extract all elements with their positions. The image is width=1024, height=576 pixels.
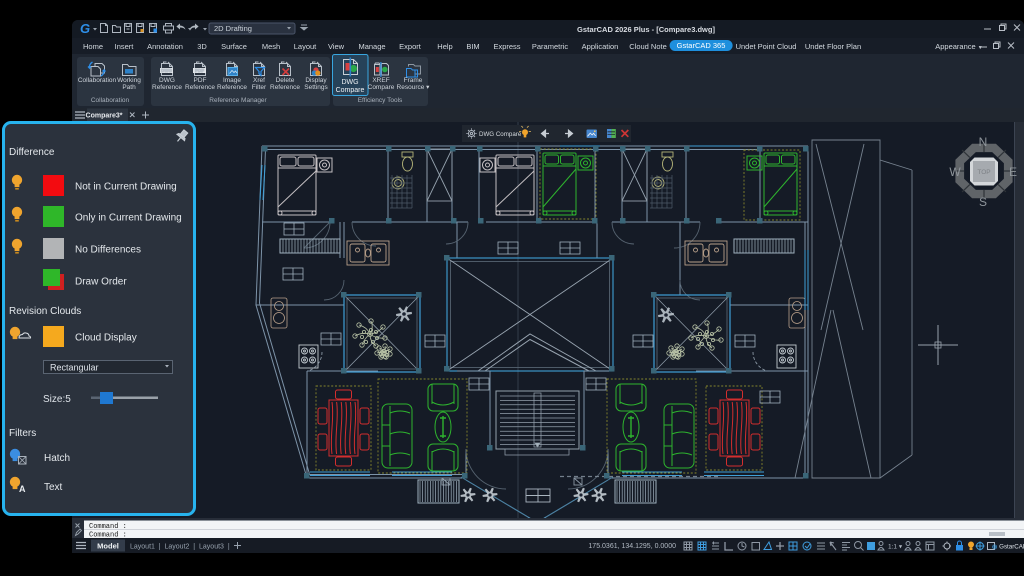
svg-text:Settings: Settings bbox=[304, 84, 328, 91]
svg-text:No Differences: No Differences bbox=[75, 245, 141, 256]
svg-text:Display: Display bbox=[305, 77, 327, 84]
svg-text:◎ GstarCAD: ◎ GstarCAD bbox=[992, 544, 1024, 551]
svg-text:Filters: Filters bbox=[9, 428, 36, 439]
svg-text:Text: Text bbox=[44, 482, 63, 493]
svg-text:N: N bbox=[979, 135, 988, 149]
svg-text:Rectangular: Rectangular bbox=[50, 363, 99, 373]
svg-text:DWG: DWG bbox=[341, 79, 358, 86]
svg-text:DWG: DWG bbox=[161, 68, 172, 73]
svg-text:Collaboration: Collaboration bbox=[78, 77, 117, 84]
svg-text:Working: Working bbox=[117, 77, 141, 84]
svg-text:Frame: Frame bbox=[404, 77, 423, 84]
svg-text:Delete: Delete bbox=[276, 77, 295, 84]
svg-text:XREF: XREF bbox=[372, 77, 389, 84]
svg-text:TOP: TOP bbox=[977, 169, 990, 176]
svg-text:DWG Compare: DWG Compare bbox=[479, 131, 522, 138]
svg-text:Only in Current Drawing: Only in Current Drawing bbox=[75, 213, 182, 224]
svg-text:Filter: Filter bbox=[252, 84, 267, 91]
svg-text:Hatch: Hatch bbox=[44, 453, 70, 464]
svg-text:Reference: Reference bbox=[270, 84, 300, 91]
svg-text:Resource ▾: Resource ▾ bbox=[397, 84, 431, 91]
svg-text:Efficiency Tools: Efficiency Tools bbox=[358, 97, 403, 104]
svg-text:Revision Clouds: Revision Clouds bbox=[9, 306, 81, 317]
svg-text:Compare: Compare bbox=[336, 87, 365, 94]
svg-text:Reference Manager: Reference Manager bbox=[209, 97, 267, 104]
svg-text:Size:5: Size:5 bbox=[43, 394, 71, 405]
svg-text:Path: Path bbox=[122, 84, 136, 91]
svg-text:DWG: DWG bbox=[159, 77, 175, 84]
svg-text:G: G bbox=[80, 21, 90, 36]
svg-text:2D Drafting: 2D Drafting bbox=[214, 24, 252, 33]
svg-text:Draw Order: Draw Order bbox=[75, 277, 127, 288]
svg-text:175.0361, 134.1295, 0.0000: 175.0361, 134.1295, 0.0000 bbox=[588, 543, 676, 550]
svg-text:E: E bbox=[1009, 165, 1017, 179]
svg-text:1:1 ▾: 1:1 ▾ bbox=[888, 544, 903, 551]
svg-text:PDF: PDF bbox=[194, 77, 207, 84]
svg-text:Image: Image bbox=[223, 77, 241, 84]
svg-text:Compare3*: Compare3* bbox=[86, 113, 123, 120]
svg-text:Xref: Xref bbox=[253, 77, 265, 84]
svg-text:A: A bbox=[19, 484, 26, 494]
svg-text:Collaboration: Collaboration bbox=[91, 97, 130, 104]
svg-text:Cloud Display: Cloud Display bbox=[75, 333, 137, 344]
svg-text:Difference: Difference bbox=[9, 147, 55, 158]
svg-text:PDF: PDF bbox=[195, 68, 204, 73]
svg-text:Model: Model bbox=[97, 542, 119, 551]
svg-text:Reference: Reference bbox=[185, 84, 215, 91]
svg-text:Compare: Compare bbox=[368, 84, 395, 91]
svg-text:Reference: Reference bbox=[152, 84, 182, 91]
svg-text:S: S bbox=[979, 195, 987, 209]
svg-text:Not in Current Drawing: Not in Current Drawing bbox=[75, 182, 177, 193]
svg-text:Layout1 | Layout2 | Layout: Layout1 | Layout2 | Layout3 | bbox=[130, 544, 230, 551]
svg-text:Command :: Command : bbox=[89, 523, 127, 531]
svg-text:W: W bbox=[949, 165, 961, 179]
svg-text:GstarCAD 2026 Plus - [Compare3: GstarCAD 2026 Plus - [Compare3.dwg] bbox=[577, 25, 715, 34]
svg-text:Reference: Reference bbox=[217, 84, 247, 91]
